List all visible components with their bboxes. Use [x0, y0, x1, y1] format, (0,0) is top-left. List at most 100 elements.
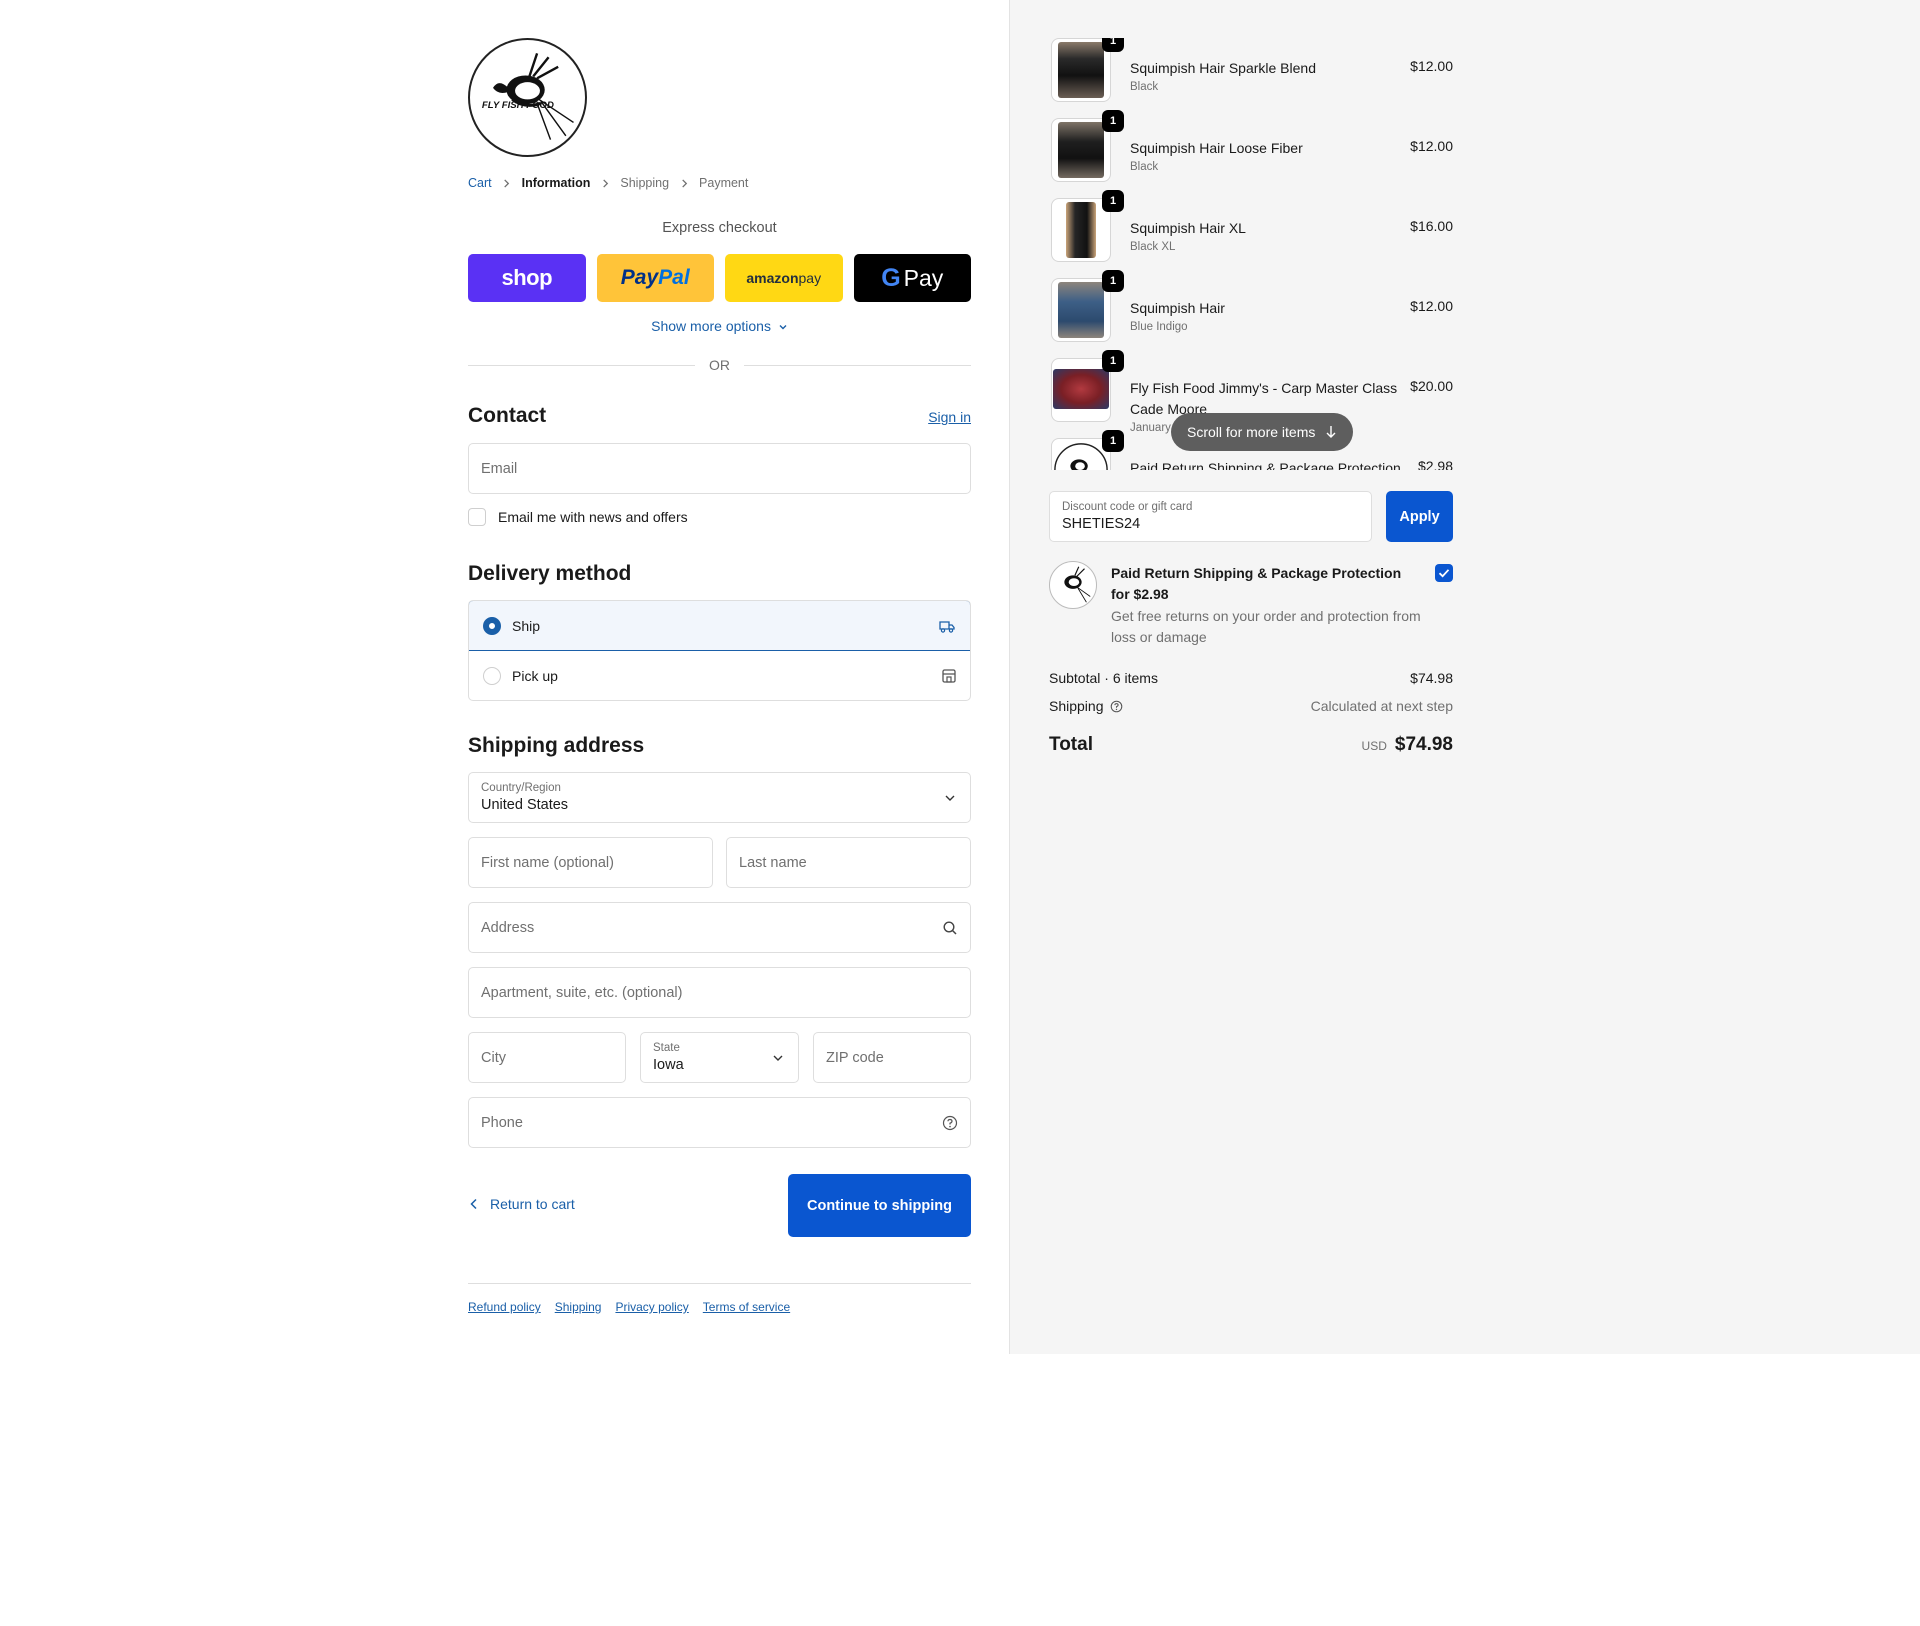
subtotal-row: Subtotal · 6 items $74.98 — [1049, 670, 1453, 686]
phone-input[interactable] — [469, 1098, 970, 1147]
amazon-pay-button[interactable]: amazon pay — [725, 254, 843, 302]
item-variant: Black — [1130, 161, 1159, 173]
chevron-right-icon — [492, 176, 522, 190]
google-pay-button[interactable]: G Pay — [853, 254, 971, 302]
apply-discount-button[interactable]: Apply — [1386, 491, 1453, 542]
paypal-button[interactable]: Pay Pal — [596, 254, 714, 302]
item-variant: Black XL — [1130, 241, 1176, 253]
discount-code-value: SHETIES24 — [1062, 516, 1141, 532]
package-protection-checkbox[interactable] — [1435, 564, 1453, 582]
express-checkout-title: Express checkout — [662, 220, 777, 236]
help-circle-icon[interactable] — [942, 1115, 958, 1131]
email-input[interactable] — [469, 444, 970, 493]
item-price: $12.00 — [1410, 138, 1453, 154]
phone-field[interactable] — [468, 1097, 971, 1148]
store-icon — [940, 667, 958, 685]
package-protection-title: Paid Return Shipping & Package Protectio… — [1111, 565, 1402, 602]
truck-icon — [938, 617, 956, 635]
scroll-for-more-button[interactable]: Scroll for more items — [1171, 413, 1354, 451]
item-variant: Blue Indigo — [1130, 321, 1188, 333]
cart-item: 1 Squimpish Hair XL Black XL $16.00 — [1049, 190, 1453, 264]
chevron-right-icon — [590, 176, 620, 190]
quantity-badge: 1 — [1102, 190, 1124, 212]
express-checkout-buttons: shop Pay Pal amazon pay G Pay — [468, 254, 971, 302]
chevron-left-icon — [470, 1198, 477, 1210]
store-logo[interactable]: FLY FISH FOOD — [468, 38, 587, 157]
product-image — [1066, 202, 1096, 258]
quantity-badge: 1 — [1102, 38, 1124, 52]
country-value: United States — [481, 797, 569, 813]
last-name-field[interactable] — [726, 837, 971, 888]
item-name: Squimpish Hair Loose Fiber — [1130, 140, 1303, 156]
total-currency: USD — [1361, 739, 1387, 753]
delivery-option-ship[interactable]: Ship — [469, 601, 970, 651]
zip-input[interactable] — [814, 1033, 970, 1082]
city-input[interactable] — [469, 1033, 625, 1082]
sign-in-link[interactable]: Sign in — [928, 409, 971, 425]
city-field[interactable] — [468, 1032, 626, 1083]
delivery-method-group: Ship Pick up — [468, 600, 971, 701]
shop-pay-button[interactable]: shop — [468, 254, 586, 302]
quantity-badge: 1 — [1102, 350, 1124, 372]
terms-of-service-link[interactable]: Terms of service — [703, 1300, 790, 1314]
show-more-options-link[interactable]: Show more options — [468, 318, 971, 334]
first-name-field[interactable] — [468, 837, 713, 888]
state-label: State — [653, 1042, 680, 1054]
item-name: Squimpish Hair XL — [1130, 220, 1246, 236]
shipping-address-heading: Shipping address — [468, 734, 645, 757]
checkout-main: FLY FISH FOOD Cart Information Shipping … — [0, 0, 1009, 1354]
item-name: Paid Return Shipping & Package Protectio… — [1130, 460, 1401, 470]
cart-item: 1 Squimpish Hair Blue Indigo $12.00 — [1049, 270, 1453, 344]
policy-links: Refund policy Shipping Privacy policy Te… — [468, 1300, 790, 1314]
item-name: Squimpish Hair Sparkle Blend — [1130, 60, 1316, 76]
pickup-radio[interactable] — [483, 667, 501, 685]
privacy-policy-link[interactable]: Privacy policy — [615, 1300, 688, 1314]
help-circle-icon[interactable] — [1110, 700, 1123, 713]
return-to-cart-link[interactable]: Return to cart — [468, 1196, 575, 1212]
subtotal-value: $74.98 — [1410, 670, 1453, 686]
shipping-cost-value: Calculated at next step — [1310, 698, 1453, 714]
ship-radio[interactable] — [483, 616, 501, 635]
google-g-icon: G — [881, 263, 901, 292]
zip-field[interactable] — [813, 1032, 971, 1083]
first-name-input[interactable] — [469, 838, 712, 887]
item-price: $20.00 — [1410, 378, 1453, 394]
product-image — [1053, 369, 1109, 409]
item-variant: January — [1130, 422, 1171, 434]
delivery-option-pickup[interactable]: Pick up — [469, 651, 970, 700]
newsletter-checkbox[interactable] — [468, 508, 486, 526]
item-price: $2.98 — [1417, 458, 1453, 470]
paypal-logo-pal: Pal — [658, 266, 690, 289]
or-divider: OR — [468, 357, 971, 373]
state-value: Iowa — [653, 1057, 684, 1073]
total-label: Total — [1049, 734, 1093, 755]
item-variant: Black — [1130, 81, 1159, 93]
delivery-method-heading: Delivery method — [468, 562, 632, 585]
amazon-pay-logo-pay: pay — [798, 270, 822, 286]
continue-to-shipping-button[interactable]: Continue to shipping — [788, 1174, 971, 1237]
refund-policy-link[interactable]: Refund policy — [468, 1300, 541, 1314]
address-input[interactable] — [469, 903, 970, 952]
cart-items-list[interactable]: 1 Squimpish Hair Sparkle Blend Black $12… — [1049, 38, 1453, 470]
footer-divider — [468, 1283, 971, 1284]
shipping-row: Shipping Calculated at next step — [1049, 698, 1453, 714]
address-field[interactable] — [468, 902, 971, 953]
country-select[interactable]: Country/Region United States — [468, 772, 971, 823]
discount-code-label: Discount code or gift card — [1062, 501, 1193, 513]
show-more-options-label: Show more options — [651, 318, 771, 334]
newsletter-label: Email me with news and offers — [498, 509, 688, 525]
divider-line — [744, 364, 971, 366]
last-name-input[interactable] — [727, 838, 970, 887]
breadcrumb-cart[interactable]: Cart — [468, 176, 492, 190]
state-select[interactable]: State Iowa — [640, 1032, 799, 1083]
shipping-policy-link[interactable]: Shipping — [555, 1300, 602, 1314]
search-icon[interactable] — [942, 920, 958, 936]
quantity-badge: 1 — [1102, 270, 1124, 292]
discount-code-field[interactable]: Discount code or gift card SHETIES24 — [1049, 491, 1372, 542]
email-field[interactable] — [468, 443, 971, 494]
quantity-badge: 1 — [1102, 110, 1124, 132]
breadcrumb-information: Information — [521, 176, 591, 190]
country-label: Country/Region — [481, 782, 561, 794]
apartment-input[interactable] — [469, 968, 970, 1017]
apartment-field[interactable] — [468, 967, 971, 1018]
